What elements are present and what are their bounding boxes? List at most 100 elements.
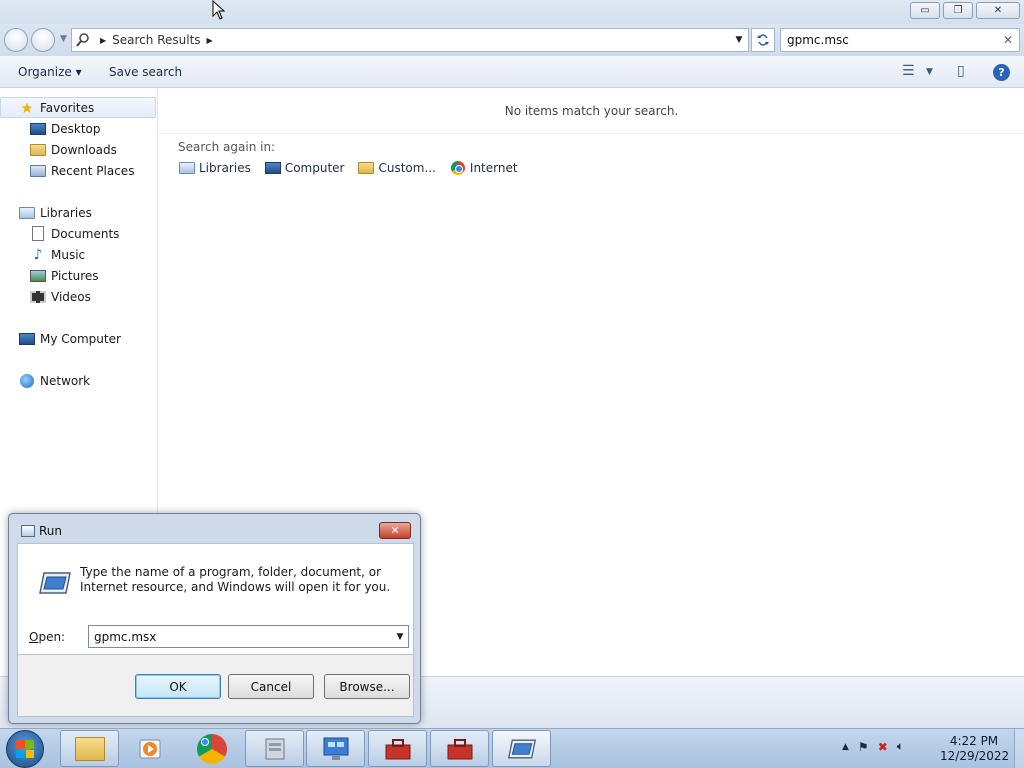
nav-downloads[interactable]: Downloads	[0, 139, 156, 160]
mouse-cursor-icon	[212, 0, 226, 20]
refresh-button[interactable]	[751, 28, 775, 52]
organize-button[interactable]: Organize ▾	[18, 65, 82, 79]
refresh-icon	[757, 34, 769, 46]
taskbar-app-1[interactable]	[245, 730, 304, 767]
open-dropdown-icon[interactable]: ▼	[392, 632, 408, 642]
explorer-titlebar[interactable]: ▭ ❐ ✕	[0, 0, 1024, 24]
nav-my-computer[interactable]: My Computer	[0, 328, 156, 349]
system-tray: ▲ ⚑ ✖ 🔈︎	[842, 739, 904, 754]
back-button[interactable]	[4, 28, 28, 52]
search-again-links: Libraries Computer Custom... Internet	[179, 161, 518, 175]
taskbar-chrome[interactable]	[182, 730, 241, 767]
forward-button[interactable]	[31, 28, 55, 52]
nav-libraries-label: Libraries	[40, 205, 92, 220]
nav-pictures[interactable]: Pictures	[0, 265, 156, 286]
run-dialog-footer: OK Cancel Browse...	[17, 655, 414, 717]
taskbar-app-2[interactable]	[306, 730, 365, 767]
run-dialog-body: Type the name of a program, folder, docu…	[17, 543, 414, 655]
cancel-button[interactable]: Cancel	[228, 674, 314, 699]
nav-desktop[interactable]: Desktop	[0, 118, 156, 139]
open-label: Open:	[29, 630, 66, 644]
nav-videos-label: Videos	[51, 289, 91, 304]
search-input[interactable]	[787, 33, 992, 47]
taskbar-explorer[interactable]	[60, 730, 119, 767]
search-clear-icon[interactable]: ✕	[1003, 33, 1013, 47]
search-again-computer[interactable]: Computer	[264, 161, 345, 175]
address-row: ▼ ▶ Search Results ▶ ▼ ✕	[0, 24, 1024, 56]
search-again-computer-label: Computer	[284, 161, 345, 175]
taskbar-media-player[interactable]	[120, 730, 179, 767]
nav-pictures-label: Pictures	[51, 268, 99, 283]
star-icon: ★	[20, 98, 34, 117]
nav-network[interactable]: Network	[0, 370, 156, 391]
taskbar-clock[interactable]: 4:22 PM 12/29/2022	[940, 734, 1010, 764]
minimize-button[interactable]: ▭	[910, 2, 940, 19]
maximize-button[interactable]: ❐	[943, 2, 973, 19]
window-controls: ▭ ❐ ✕	[910, 2, 1020, 19]
change-view-icon[interactable]: ☰	[902, 63, 915, 79]
search-folder-icon	[72, 33, 94, 47]
breadcrumb-arrow-icon[interactable]: ▶	[100, 36, 106, 45]
save-search-button[interactable]: Save search	[109, 65, 182, 79]
chrome-icon	[450, 161, 466, 175]
taskbar-toolbox-1[interactable]	[368, 730, 427, 767]
custom-folder-icon	[358, 161, 375, 175]
run-close-button[interactable]: ✕	[379, 522, 411, 539]
toolbox-icon	[447, 738, 472, 759]
close-button[interactable]: ✕	[976, 2, 1020, 19]
explorer-folder-icon	[74, 736, 105, 761]
run-dialog-title: Run	[39, 524, 63, 538]
taskbar-run[interactable]	[492, 730, 551, 767]
ok-button[interactable]: OK	[135, 674, 221, 699]
nav-music[interactable]: ♪ Music	[0, 244, 156, 265]
view-options-dropdown-icon[interactable]: ▼	[926, 67, 933, 77]
address-bar[interactable]: ▶ Search Results ▶ ▼	[71, 28, 749, 52]
open-input[interactable]	[94, 629, 384, 644]
documents-icon	[30, 226, 46, 241]
search-again-label: Search again in:	[178, 140, 276, 154]
nav-network-label: Network	[40, 373, 91, 388]
help-icon[interactable]: ?	[993, 64, 1010, 81]
search-again-internet[interactable]: Internet	[450, 161, 518, 175]
libraries-icon	[179, 161, 195, 175]
breadcrumb-arrow-icon[interactable]: ▶	[207, 36, 213, 45]
taskbar-toolbox-2[interactable]	[430, 730, 489, 767]
chevron-up-icon[interactable]: ▲	[842, 742, 849, 752]
nav-recent-places[interactable]: Recent Places	[0, 160, 156, 181]
nav-videos[interactable]: Videos	[0, 286, 156, 307]
search-box[interactable]: ✕	[780, 28, 1020, 52]
address-dropdown-icon[interactable]: ▼	[730, 35, 748, 45]
computer-icon	[19, 332, 35, 346]
volume-icon[interactable]: 🔈︎	[897, 739, 904, 754]
start-button[interactable]	[6, 730, 44, 768]
film-icon	[30, 290, 46, 304]
computer-icon	[264, 161, 281, 175]
action-center-icon[interactable]: ⚑	[858, 740, 869, 754]
show-desktop-button[interactable]	[1014, 729, 1024, 768]
taskbar: ▲ ⚑ ✖ 🔈︎ 4:22 PM 12/29/2022	[0, 728, 1024, 768]
nav-desktop-label: Desktop	[51, 121, 101, 136]
nav-favorites-label: Favorites	[40, 100, 95, 115]
media-player-icon	[139, 739, 160, 758]
nav-downloads-label: Downloads	[51, 142, 117, 157]
recent-places-icon	[30, 164, 46, 178]
browse-button[interactable]: Browse...	[324, 674, 410, 699]
search-again-libraries[interactable]: Libraries	[179, 161, 251, 175]
preview-pane-icon[interactable]: ▯	[957, 63, 965, 79]
clock-date: 12/29/2022	[940, 749, 1010, 763]
recent-pages-dropdown-icon[interactable]: ▼	[60, 34, 67, 44]
command-bar: Organize ▾ Save search ☰ ▼ ▯ ?	[0, 56, 1024, 88]
nav-favorites[interactable]: ★ Favorites	[0, 97, 156, 118]
breadcrumb-search-results[interactable]: Search Results	[112, 33, 200, 47]
nav-music-label: Music	[51, 247, 86, 262]
nav-documents-label: Documents	[51, 226, 120, 241]
nav-my-computer-label: My Computer	[40, 331, 121, 346]
nav-documents[interactable]: Documents	[0, 223, 156, 244]
search-again-custom[interactable]: Custom...	[358, 161, 436, 175]
nav-libraries[interactable]: Libraries	[0, 202, 156, 223]
open-combobox[interactable]: ▼	[88, 625, 409, 648]
network-globe-icon	[19, 373, 35, 388]
network-disconnected-icon[interactable]: ✖	[878, 740, 888, 754]
search-again-libraries-label: Libraries	[199, 161, 251, 175]
run-program-icon	[39, 572, 71, 594]
